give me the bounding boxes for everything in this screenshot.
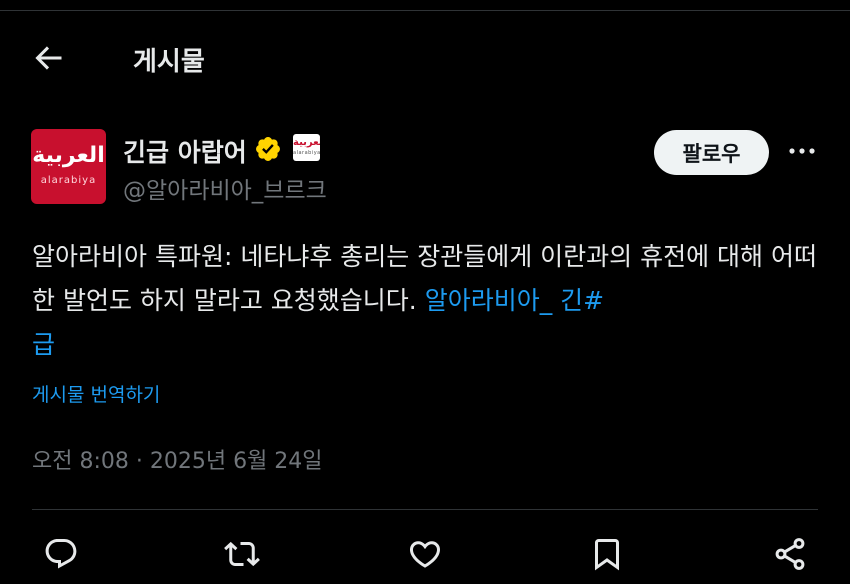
affiliate-logo-text: العربية: [293, 137, 320, 148]
page-title: 게시물: [133, 47, 205, 77]
tweet-text: 알아라비아 특파원: 네타냐후 총리는 장관들에게 이란과의 휴전에 대해 어떠…: [32, 235, 832, 367]
post-timestamp[interactable]: 오전 8:08 · 2025년 6월 24일: [32, 443, 323, 475]
more-options-button[interactable]: [784, 136, 820, 166]
affiliate-badge[interactable]: العربية alarabiya: [293, 134, 320, 161]
avatar-logo-subtext: alarabiya: [40, 175, 97, 186]
share-icon: [775, 538, 805, 570]
follow-button[interactable]: 팔로우: [654, 130, 769, 175]
avatar-logo-text: العربية: [32, 143, 105, 168]
top-bar-divider: [0, 0, 850, 11]
bookmark-icon: [595, 539, 619, 571]
retweet-button[interactable]: [224, 536, 260, 572]
author-handle[interactable]: @알아라비아_브르크: [123, 171, 327, 205]
verified-badge-icon[interactable]: [254, 135, 282, 163]
more-horizontal-icon: [789, 148, 815, 154]
bookmark-button[interactable]: [589, 536, 625, 572]
header: 게시물: [0, 28, 850, 88]
affiliate-logo-subtext: alarabiya: [293, 150, 320, 156]
share-button[interactable]: [772, 536, 808, 572]
like-icon: [409, 541, 441, 568]
retweet-icon: [224, 541, 260, 567]
author-name[interactable]: 긴급 아랍어: [123, 133, 247, 169]
reply-icon: [45, 539, 77, 569]
translate-post-link[interactable]: 게시물 번역하기: [32, 380, 160, 407]
actions-divider: [32, 509, 818, 510]
arrow-left-icon: [35, 46, 62, 70]
like-button[interactable]: [407, 536, 443, 572]
avatar[interactable]: العربية alarabiya: [31, 129, 106, 204]
back-button[interactable]: [30, 40, 66, 76]
reply-button[interactable]: [43, 536, 79, 572]
